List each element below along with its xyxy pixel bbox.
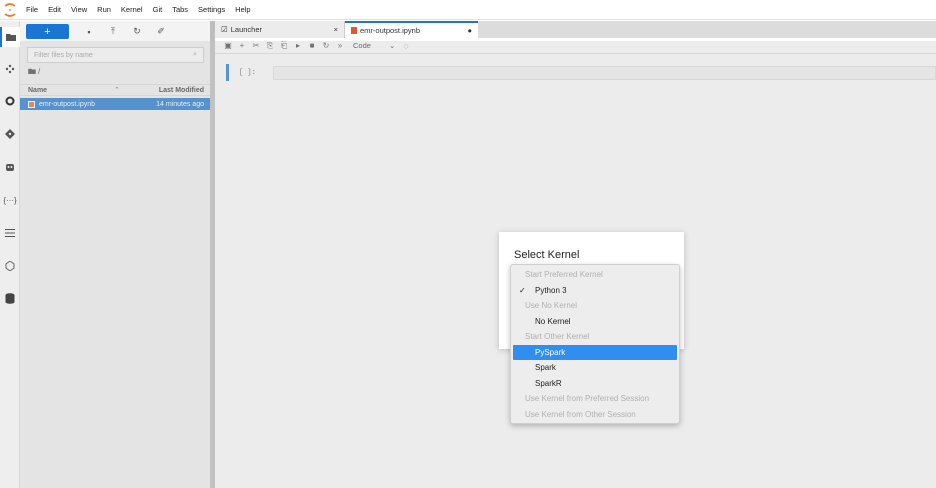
upload-icon[interactable]: ⤒ bbox=[101, 26, 125, 37]
group-use-no-kernel: Use No Kernel bbox=[525, 301, 578, 311]
git-clone-icon[interactable]: ✐ bbox=[149, 26, 173, 37]
notebook-icon bbox=[351, 27, 357, 34]
group-start-preferred-kernel: Start Preferred Kernel bbox=[525, 270, 603, 280]
modal-backdrop bbox=[20, 41, 936, 488]
robot-icon[interactable] bbox=[0, 157, 20, 177]
tab-bar: ☑ Launcher × emr-outpost.ipynb ● bbox=[215, 21, 936, 38]
menu-bar: File Edit View Run Kernel Git Tabs Setti… bbox=[0, 0, 936, 20]
menu-run[interactable]: Run bbox=[92, 0, 116, 20]
git-icon[interactable] bbox=[0, 124, 20, 144]
option-other-session: Use Kernel from Other Session bbox=[525, 409, 636, 419]
running-circle-icon[interactable] bbox=[0, 91, 20, 111]
extension-puzzle-icon[interactable] bbox=[0, 59, 20, 79]
tab-launcher[interactable]: ☑ Launcher × bbox=[215, 21, 345, 38]
menu-file[interactable]: File bbox=[20, 0, 43, 20]
new-folder-icon[interactable]: ▪ bbox=[77, 27, 101, 37]
database-icon[interactable] bbox=[0, 288, 20, 308]
refresh-icon[interactable]: ↻ bbox=[125, 26, 149, 37]
menu-kernel[interactable]: Kernel bbox=[116, 0, 148, 20]
group-start-other-kernel: Start Other Kernel bbox=[525, 332, 590, 342]
unsaved-dot-icon[interactable]: ● bbox=[467, 26, 472, 35]
debugger-icon[interactable]: {···} bbox=[0, 190, 20, 210]
kernel-option-label: Python 3 bbox=[535, 285, 567, 295]
option-preferred-session: Use Kernel from Preferred Session bbox=[525, 394, 650, 404]
tab-notebook-label: emr-outpost.ipynb bbox=[360, 26, 421, 35]
close-tab-icon[interactable]: × bbox=[334, 25, 338, 34]
menu-tabs[interactable]: Tabs bbox=[167, 0, 193, 20]
table-of-contents-icon[interactable] bbox=[0, 223, 20, 243]
menu-settings[interactable]: Settings bbox=[193, 0, 230, 20]
tab-notebook[interactable]: emr-outpost.ipynb ● bbox=[345, 21, 478, 38]
dialog-title: Select Kernel bbox=[514, 249, 580, 261]
menu-git[interactable]: Git bbox=[148, 0, 168, 20]
menu-help[interactable]: Help bbox=[230, 0, 255, 20]
checkmark-icon: ✓ bbox=[519, 285, 526, 295]
jupyter-logo-icon bbox=[0, 0, 20, 20]
menu-view[interactable]: View bbox=[66, 0, 92, 20]
kernel-option-pyspark[interactable]: PySpark bbox=[513, 344, 677, 360]
kernel-option-spark[interactable]: Spark bbox=[511, 360, 679, 376]
menu-edit[interactable]: Edit bbox=[43, 0, 66, 20]
launcher-icon: ☑ bbox=[221, 25, 228, 34]
tab-launcher-label: Launcher bbox=[230, 25, 263, 34]
kernel-option-python3[interactable]: ✓ Python 3 bbox=[511, 283, 679, 299]
file-browser-toolbar: + ▪ ⤒ ↻ ✐ bbox=[20, 21, 210, 42]
kernel-option-no-kernel[interactable]: No Kernel bbox=[511, 314, 679, 330]
folder-icon[interactable] bbox=[0, 27, 20, 47]
property-inspector-icon[interactable] bbox=[0, 256, 20, 276]
activity-bar: {···} bbox=[0, 21, 20, 488]
kernel-dropdown-list[interactable]: Start Preferred Kernel ✓ Python 3 Use No… bbox=[510, 264, 680, 424]
kernel-option-sparkr[interactable]: SparkR bbox=[511, 376, 679, 392]
new-launcher-button[interactable]: + bbox=[26, 24, 69, 39]
